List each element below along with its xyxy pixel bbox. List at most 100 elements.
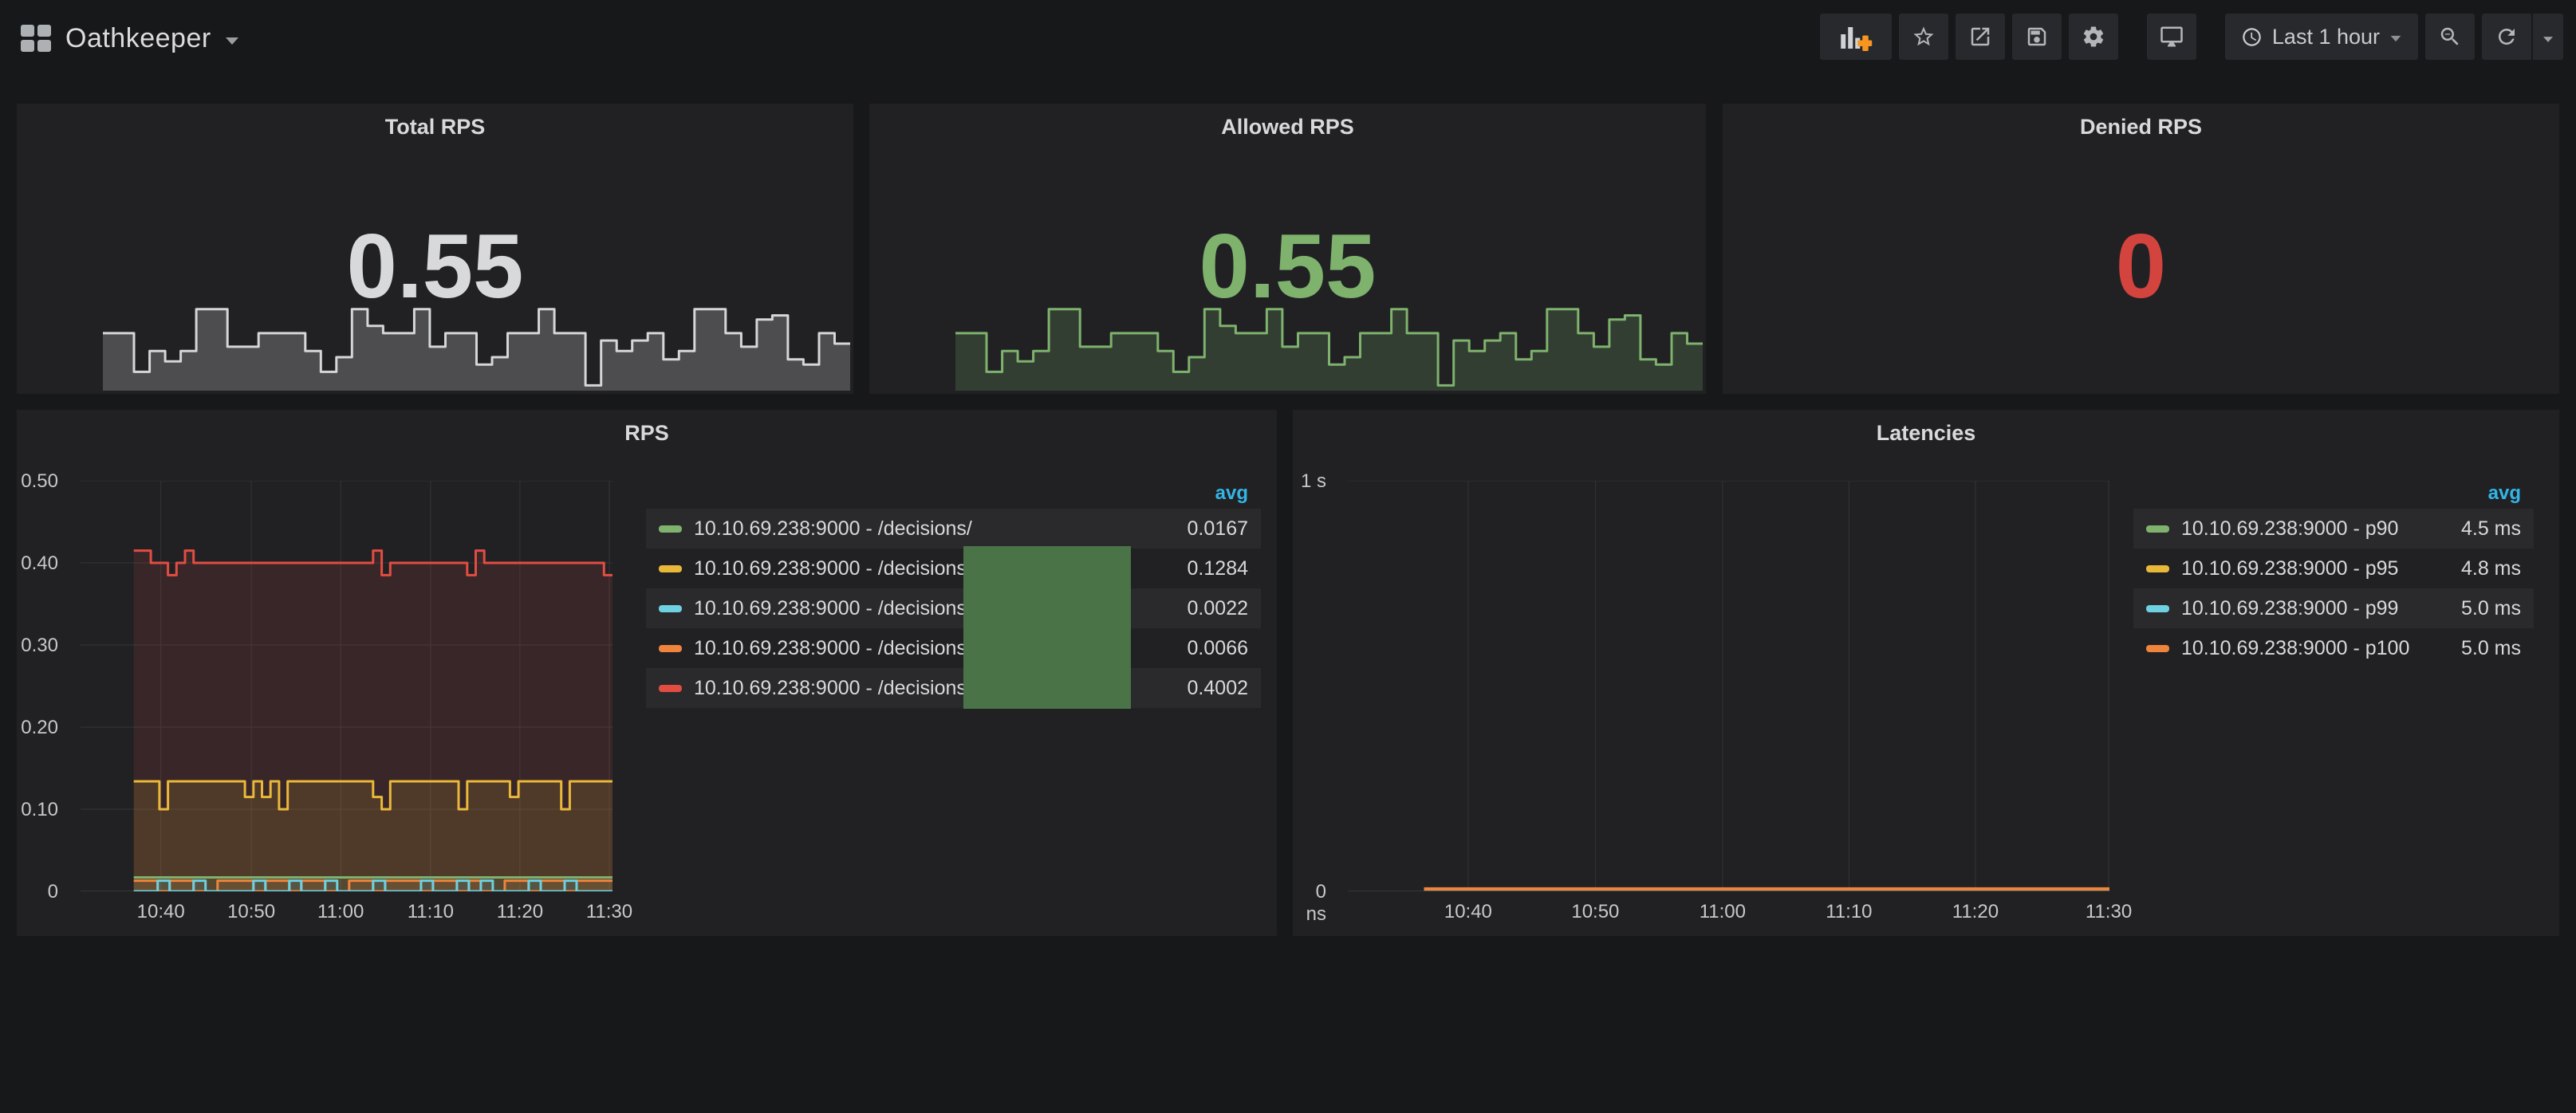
dashboards-grid-icon[interactable] <box>21 25 51 52</box>
panel-allowed-rps: Allowed RPS 0.55 <box>869 104 1706 394</box>
series-avg-value: 5.0 ms <box>2417 637 2521 660</box>
series-avg-value: 5.0 ms <box>2417 597 2521 620</box>
allowed-rps-value: 0.55 <box>869 222 1706 313</box>
y-tick-label: 1 s <box>1293 470 1326 493</box>
series-avg-value: 4.8 ms <box>2417 557 2521 580</box>
y-tick-label: 0 ns <box>1293 881 1326 926</box>
add-panel-button[interactable] <box>1820 14 1892 60</box>
y-tick-label: 0 <box>17 881 58 903</box>
plot-area[interactable] <box>1348 481 2109 891</box>
dashboard-title[interactable]: Oathkeeper <box>65 23 211 54</box>
legend-avg-header[interactable]: avg <box>646 478 1261 509</box>
y-tick-label: 0.10 <box>17 799 58 821</box>
series-color-swatch <box>2146 565 2169 572</box>
refresh-button-group <box>2482 14 2563 60</box>
x-tick-label: 11:10 <box>391 901 471 923</box>
zoom-out-icon <box>2438 25 2462 49</box>
panel-latencies: Latencies 0 ns1 s 10:4010:5011:0011:1011… <box>1293 410 2559 936</box>
dashboard-header: Oathkeeper Last 1 hour <box>0 0 2576 77</box>
chevron-down-icon[interactable] <box>226 37 238 45</box>
panel-total-rps: Total RPS 0.55 <box>17 104 853 394</box>
y-tick-label: 0.20 <box>17 717 58 739</box>
series-avg-value: 0.4002 <box>1144 677 1248 700</box>
series-avg-value: 0.0167 <box>1144 517 1248 541</box>
total-rps-value: 0.55 <box>17 222 853 313</box>
refresh-interval-button[interactable] <box>2531 14 2563 60</box>
panel-denied-rps: Denied RPS 0 <box>1723 104 2559 394</box>
series-color-swatch <box>659 525 682 533</box>
series-avg-value: 0.0066 <box>1144 637 1248 660</box>
x-tick-label: 11:20 <box>1936 901 2015 923</box>
series-color-swatch <box>2146 645 2169 652</box>
x-tick-label: 10:50 <box>211 901 291 923</box>
series-avg-value: 4.5 ms <box>2417 517 2521 541</box>
cycle-view-button[interactable] <box>2147 14 2196 60</box>
add-panel-icon <box>1839 22 1873 51</box>
legend-row[interactable]: 10.10.69.238:9000 - /decisions/ 0.1284 <box>646 549 1261 588</box>
x-tick-label: 11:00 <box>1683 901 1763 923</box>
series-color-swatch <box>659 685 682 692</box>
series-label: 10.10.69.238:9000 - p90 <box>2181 517 2417 541</box>
series-color-swatch <box>2146 525 2169 533</box>
series-color-swatch <box>659 645 682 652</box>
x-axis: 10:4010:5011:0011:1011:2011:30 <box>1348 901 2109 925</box>
x-tick-label: 11:20 <box>480 901 560 923</box>
series-avg-value: 0.1284 <box>1144 557 1248 580</box>
x-tick-label: 10:50 <box>1555 901 1635 923</box>
settings-button[interactable] <box>2069 14 2118 60</box>
panel-rps: RPS 00.100.200.300.400.50 10:4010:5011:0… <box>17 410 1277 936</box>
legend-row[interactable]: 10.10.69.238:9000 - p100 5.0 ms <box>2133 628 2534 668</box>
x-tick-label: 11:30 <box>569 901 649 923</box>
series-color-swatch <box>2146 605 2169 612</box>
series-color-swatch <box>659 605 682 612</box>
x-tick-label: 10:40 <box>121 901 201 923</box>
green-overlay <box>963 546 1131 709</box>
panel-title[interactable]: Total RPS <box>17 115 853 140</box>
save-icon <box>2025 25 2049 49</box>
panel-title[interactable]: Denied RPS <box>1723 115 2559 140</box>
legend-row[interactable]: 10.10.69.238:9000 - /decisions/ 0.0066 <box>646 628 1261 668</box>
chevron-down-icon <box>2391 35 2401 41</box>
time-range-label: Last 1 hour <box>2272 25 2380 49</box>
clock-icon <box>2241 26 2263 48</box>
star-icon <box>1912 25 1936 49</box>
x-tick-label: 10:40 <box>1428 901 1508 923</box>
share-icon <box>1968 25 1992 49</box>
refresh-icon <box>2495 25 2519 49</box>
gear-icon <box>2082 25 2105 49</box>
x-tick-label: 11:30 <box>2069 901 2149 923</box>
chevron-down-icon <box>2543 37 2553 42</box>
y-tick-label: 0.50 <box>17 470 58 493</box>
latencies-legend: avg 10.10.69.238:9000 - p90 4.5 ms 10.10… <box>2133 478 2534 668</box>
legend-row[interactable]: 10.10.69.238:9000 - p99 5.0 ms <box>2133 588 2534 628</box>
zoom-out-button[interactable] <box>2425 14 2475 60</box>
dashboard-toolbar: Last 1 hour <box>1820 14 2563 60</box>
legend-row[interactable]: 10.10.69.238:9000 - /decisions/ 0.0167 <box>646 509 1261 549</box>
series-color-swatch <box>659 565 682 572</box>
series-label: 10.10.69.238:9000 - /decisions/ <box>694 517 1144 541</box>
series-label: 10.10.69.238:9000 - p95 <box>2181 557 2417 580</box>
rps-legend: avg 10.10.69.238:9000 - /decisions/ 0.01… <box>646 478 1261 708</box>
series-avg-value: 0.0022 <box>1144 597 1248 620</box>
x-tick-label: 11:10 <box>1809 901 1889 923</box>
plot-area[interactable] <box>81 481 612 891</box>
legend-avg-header[interactable]: avg <box>2133 478 2534 509</box>
legend-row[interactable]: 10.10.69.238:9000 - p95 4.8 ms <box>2133 549 2534 588</box>
panel-title[interactable]: Allowed RPS <box>869 115 1706 140</box>
monitor-icon <box>2160 25 2184 49</box>
series-label: 10.10.69.238:9000 - p99 <box>2181 597 2417 620</box>
legend-row[interactable]: 10.10.69.238:9000 - /decisions/ 0.4002 <box>646 668 1261 708</box>
save-button[interactable] <box>2012 14 2062 60</box>
refresh-button[interactable] <box>2482 14 2531 60</box>
x-axis: 10:4010:5011:0011:1011:2011:30 <box>81 901 612 925</box>
share-button[interactable] <box>1956 14 2005 60</box>
legend-row[interactable]: 10.10.69.238:9000 - /decisions/ 0.0022 <box>646 588 1261 628</box>
legend-row[interactable]: 10.10.69.238:9000 - p90 4.5 ms <box>2133 509 2534 549</box>
y-tick-label: 0.30 <box>17 635 58 657</box>
y-axis: 00.100.200.300.400.50 <box>17 481 69 891</box>
y-axis: 0 ns1 s <box>1293 481 1337 891</box>
denied-rps-value: 0 <box>1723 222 2559 313</box>
x-tick-label: 11:00 <box>301 901 380 923</box>
star-button[interactable] <box>1899 14 1948 60</box>
time-range-picker[interactable]: Last 1 hour <box>2225 14 2418 60</box>
